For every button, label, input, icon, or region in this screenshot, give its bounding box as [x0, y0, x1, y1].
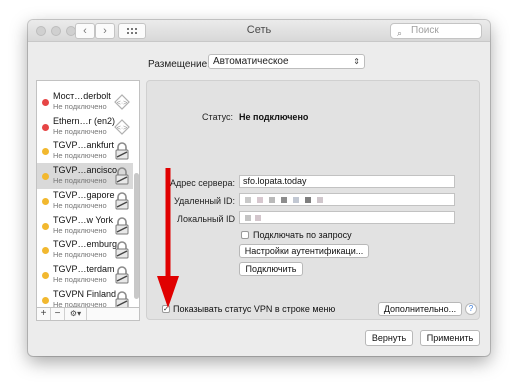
arrow-head-icon [157, 276, 179, 308]
vpn-lock-icon [115, 142, 129, 160]
status-dot-icon [42, 99, 49, 106]
service-item[interactable]: Ethern…r (en2) Не подключено <·> [37, 114, 133, 140]
search-field[interactable]: ⌕ Поиск [390, 23, 482, 39]
connect-button[interactable]: Подключить [239, 262, 303, 276]
status-dot-icon [42, 271, 49, 279]
service-name: Ethern…r (en2) [53, 115, 116, 126]
on-demand-checkbox[interactable] [241, 231, 249, 239]
service-name: TGVP…terdam [53, 263, 115, 274]
status-dot-icon [42, 222, 49, 230]
service-item[interactable]: TGVP…emburg Не подключено [37, 237, 133, 263]
service-name: TGVP…ankfurt [53, 140, 115, 151]
server-address-field[interactable]: sfo.lopata.today [239, 175, 455, 188]
service-name: TGVP…w York [53, 214, 114, 225]
service-list[interactable]: Мост…derbolt Не подключено <·> Ethern…r (en… [36, 80, 140, 308]
svg-text:<·>: <·> [117, 125, 128, 132]
vpn-detail-panel: Статус: Не подключено Адрес сервера: sfo… [146, 80, 480, 320]
vpn-lock-icon [115, 290, 129, 307]
local-id-field[interactable] [239, 211, 455, 224]
service-status: Не подключено [53, 126, 107, 136]
show-vpn-status-label: Показывать статус VPN в строке меню [173, 304, 336, 314]
status-label: Статус: [202, 112, 233, 122]
help-button[interactable]: ? [465, 303, 477, 315]
service-name: TGVPN Finland [53, 288, 117, 299]
service-status: Не подключено [53, 274, 107, 284]
service-status: Не подключено [53, 102, 107, 111]
search-icon: ⌕ [397, 28, 403, 38]
location-select[interactable]: Автоматическое ⇕ [208, 54, 365, 69]
service-item[interactable]: TGVP…ancisco Не подключено [37, 163, 133, 190]
advanced-button[interactable]: Дополнительно... [378, 302, 462, 316]
gear-menu-button[interactable]: ⚙▾ [65, 308, 87, 320]
service-list-toolbar: + − ⚙▾ [36, 308, 140, 321]
service-item[interactable]: TGVP…ankfurt Не подключено [37, 138, 133, 164]
network-preferences-window: ‹ › Сеть ⌕ Поиск Размещение: Автоматичес… [28, 20, 490, 356]
red-arrow-annotation [157, 168, 179, 308]
service-name: Мост…derbolt [53, 91, 111, 101]
service-name: TGVP…emburg [53, 239, 118, 250]
authentication-settings-button[interactable]: Настройки аутентификаци... [239, 244, 369, 258]
vpn-lock-icon [115, 167, 129, 185]
service-item[interactable]: Мост…derbolt Не подключено <·> [37, 89, 133, 115]
status-dot-icon [42, 173, 49, 181]
vpn-lock-icon [115, 192, 129, 210]
status-dot-icon [42, 296, 49, 304]
service-name: TGVP…gapore [53, 189, 115, 200]
service-item[interactable]: TGVP…w York Не подключено [37, 213, 133, 239]
service-name: TGVP…ancisco [53, 165, 118, 176]
service-status: Не подключено [53, 250, 107, 260]
title-bar: ‹ › Сеть ⌕ Поиск [28, 20, 490, 42]
location-value: Автоматическое [213, 56, 289, 67]
service-status: Не подключено [53, 176, 107, 186]
network-arrows-icon: <·> [114, 94, 130, 110]
status-dot-icon [42, 197, 49, 205]
status-value: Не подключено [239, 112, 309, 122]
svg-text:<·>: <·> [117, 100, 128, 107]
service-status: Не подключено [53, 225, 107, 235]
on-demand-label: Подключать по запросу [253, 230, 352, 240]
vpn-lock-icon [115, 241, 129, 259]
service-item[interactable]: TGVP…terdam Не подключено [37, 262, 133, 288]
service-item[interactable]: TGVP…gapore Не подключено [37, 188, 133, 214]
vpn-lock-icon [115, 216, 129, 234]
vpn-lock-icon [115, 266, 129, 284]
scrollbar[interactable] [134, 173, 139, 299]
service-status: Не подключено [53, 299, 107, 308]
service-status: Не подключено [53, 151, 107, 161]
add-service-button[interactable]: + [37, 308, 51, 320]
search-placeholder: Поиск [411, 25, 439, 36]
status-dot-icon [42, 148, 49, 156]
status-dot-icon [42, 123, 49, 131]
remove-service-button[interactable]: − [51, 308, 65, 320]
revert-button[interactable]: Вернуть [365, 330, 413, 346]
network-arrows-icon: <·> [114, 118, 130, 135]
status-dot-icon [42, 247, 49, 255]
remote-id-field[interactable] [239, 193, 455, 206]
location-label: Размещение: [148, 59, 210, 70]
select-arrows-icon: ⇕ [353, 57, 360, 66]
apply-button[interactable]: Применить [420, 330, 480, 346]
service-item[interactable]: TGVPN Finland Не подключено [37, 287, 133, 308]
service-status: Не подключено [53, 200, 107, 210]
